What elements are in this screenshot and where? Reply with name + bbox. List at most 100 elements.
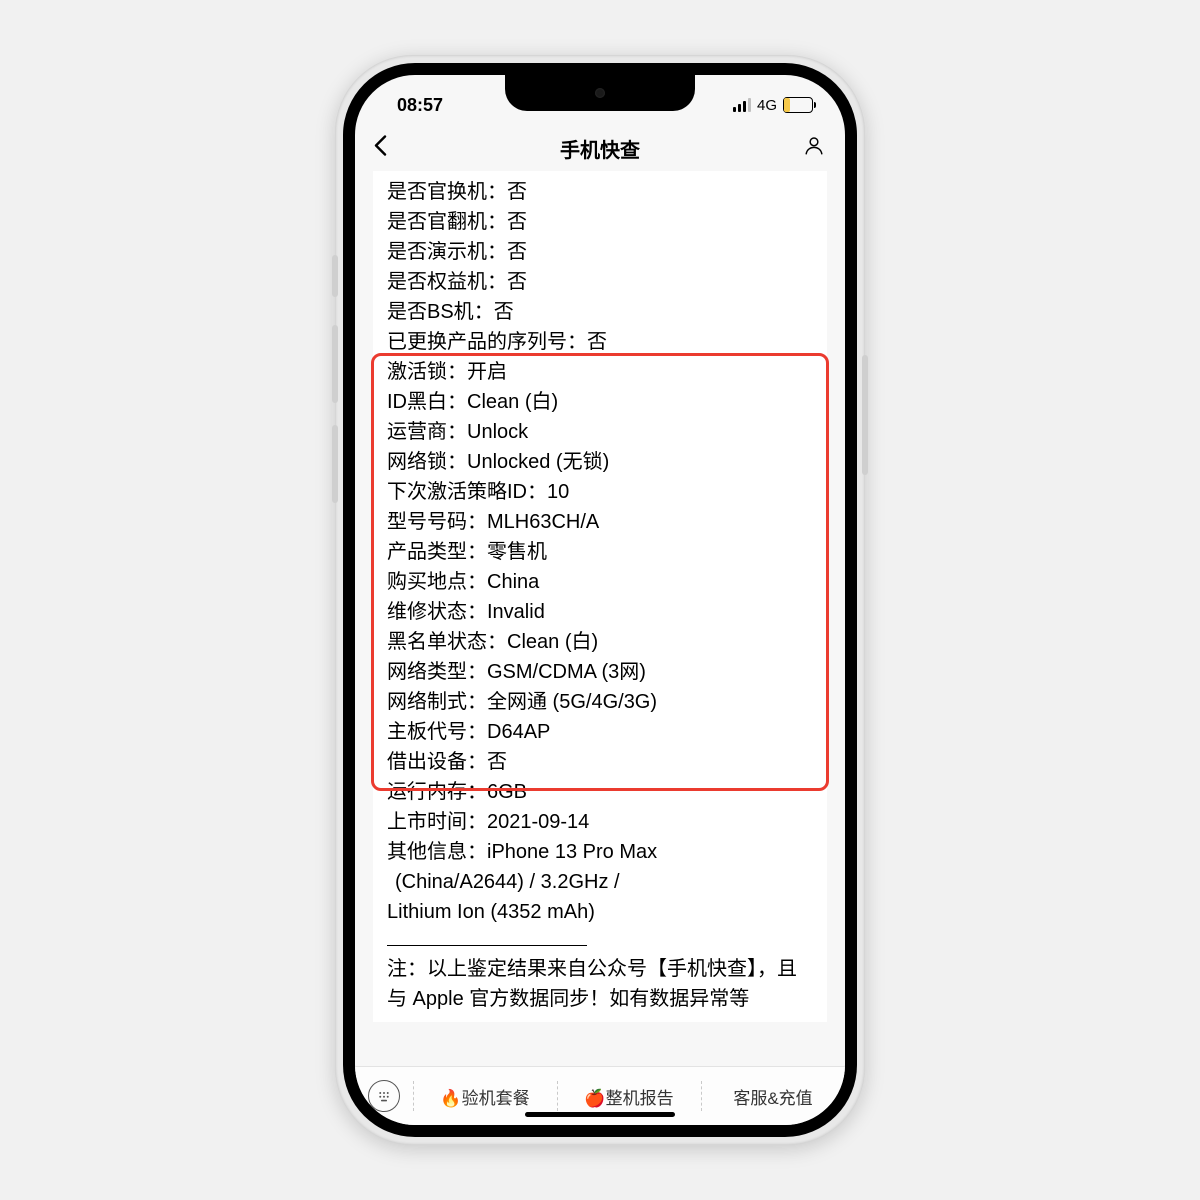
nav-bar: 手机快查 [355,125,845,171]
content-area[interactable]: 是否官换机否是否官翻机否是否演示机否是否权益机否是否BS机否已更换产品的序列号否… [355,171,845,1066]
highlighted-rows: 激活锁开启ID黑白Clean (白)运营商Unlock网络锁Unlocked (… [377,357,823,807]
boxed-row: 下次激活策略ID10 [387,477,813,507]
other-info-line1: iPhone 13 Pro Max [487,841,657,863]
after-row: 上市时间2021-09-14 [387,807,813,837]
chevron-left-icon [373,135,387,157]
note-prefix: 注： [387,958,427,980]
boxed-label: 网络锁 [387,451,467,473]
boxed-label: 网络类型 [387,661,487,683]
top-value: 否 [507,181,527,203]
boxed-row: ID黑白Clean (白) [387,387,813,417]
boxed-row: 网络类型GSM/CDMA (3网) [387,657,813,687]
boxed-value: Unlock [467,421,528,443]
boxed-row: 激活锁开启 [387,357,813,387]
top-row: 是否权益机否 [387,267,813,297]
boxed-label: 运行内存 [387,781,487,803]
note-text: 以上鉴定结果来自公众号【手机快查】，且与 Apple 官方数据同步！如有数据异常… [387,958,797,1010]
boxed-value: Clean (白) [467,391,558,413]
boxed-label: 维修状态 [387,601,487,623]
top-label: 是否官翻机 [387,211,507,233]
other-info-label: 其他信息 [387,841,487,863]
top-value: 否 [507,241,527,263]
info-card: 是否官换机否是否官翻机否是否演示机否是否权益机否是否BS机否已更换产品的序列号否… [373,171,827,1022]
top-row: 是否BS机否 [387,297,813,327]
top-row: 已更换产品的序列号否 [387,327,813,357]
boxed-value: Invalid [487,601,545,623]
boxed-row: 维修状态Invalid [387,597,813,627]
keyboard-toggle-button[interactable] [355,1067,413,1125]
boxed-row: 网络制式全网通 (5G/4G/3G) [387,687,813,717]
boxed-value: D64AP [487,721,550,743]
boxed-row: 借出设备否 [387,747,813,777]
tab-support-topup[interactable]: 客服&充值 [701,1067,845,1125]
person-icon [803,135,825,157]
boxed-value: MLH63CH/A [487,511,599,533]
top-value: 否 [587,331,607,353]
boxed-label: 借出设备 [387,751,487,773]
boxed-value: 零售机 [487,541,547,563]
top-value: 否 [494,301,514,323]
boxed-value: 10 [547,481,569,503]
top-row: 是否演示机否 [387,237,813,267]
top-label: 是否演示机 [387,241,507,263]
boxed-row: 网络锁Unlocked (无锁) [387,447,813,477]
profile-button[interactable] [803,135,825,162]
boxed-value: 6GB [487,781,527,803]
boxed-label: 型号号码 [387,511,487,533]
other-info-line3: Lithium Ion (4352 mAh) [387,897,813,927]
boxed-label: ID黑白 [387,391,467,413]
phone-notch [505,75,695,111]
other-info-block: 其他信息iPhone 13 Pro Max (China/A2644) / 3.… [377,837,823,927]
top-label: 是否BS机 [387,301,494,323]
boxed-value: Unlocked (无锁) [467,451,609,473]
after-rows: 上市时间2021-09-14 [377,807,823,837]
top-label: 是否权益机 [387,271,507,293]
boxed-value: 否 [487,751,507,773]
tab-verify-package-label: 🔥验机套餐 [440,1084,529,1109]
tab-support-topup-label: 客服&充值 [733,1084,812,1109]
boxed-value: 开启 [467,361,507,383]
side-button-volume-down [332,425,338,503]
home-indicator[interactable] [525,1112,675,1117]
top-row: 是否官换机否 [387,177,813,207]
status-time: 08:57 [397,95,443,116]
signal-icon [733,98,751,112]
back-button[interactable] [373,135,387,162]
keyboard-icon [368,1080,400,1112]
battery-icon [783,97,813,113]
page-title: 手机快查 [560,134,640,163]
phone-screen: 08:57 4G 手机 [355,75,845,1125]
boxed-label: 产品类型 [387,541,487,563]
boxed-label: 黑名单状态 [387,631,507,653]
other-info-line2: (China/A2644) / 3.2GHz / [387,867,813,897]
boxed-row: 主板代号D64AP [387,717,813,747]
side-button-volume-up [332,325,338,403]
tab-full-report-label: 🍎整机报告 [584,1084,673,1109]
top-value: 否 [507,271,527,293]
boxed-label: 下次激活策略ID [387,481,547,503]
boxed-row: 运营商Unlock [387,417,813,447]
boxed-label: 购买地点 [387,571,487,593]
boxed-label: 运营商 [387,421,467,443]
divider [387,945,587,946]
boxed-row: 运行内存6GB [387,777,813,807]
boxed-value: GSM/CDMA (3网) [487,661,646,683]
boxed-label: 网络制式 [387,691,487,713]
top-rows: 是否官换机否是否官翻机否是否演示机否是否权益机否是否BS机否已更换产品的序列号否 [377,177,823,357]
after-label: 上市时间 [387,811,487,833]
side-button-silence [332,255,338,297]
footer-note: 注：以上鉴定结果来自公众号【手机快查】，且与 Apple 官方数据同步！如有数据… [377,954,823,1014]
top-label: 是否官换机 [387,181,507,203]
boxed-value: China [487,571,539,593]
boxed-row: 购买地点China [387,567,813,597]
boxed-value: 全网通 (5G/4G/3G) [487,691,657,713]
top-value: 否 [507,211,527,233]
top-row: 是否官翻机否 [387,207,813,237]
network-label: 4G [757,97,777,114]
phone-frame: 08:57 4G 手机 [335,55,865,1145]
boxed-value: Clean (白) [507,631,598,653]
boxed-label: 激活锁 [387,361,467,383]
boxed-label: 主板代号 [387,721,487,743]
boxed-row: 型号号码MLH63CH/A [387,507,813,537]
side-button-power [862,355,868,475]
